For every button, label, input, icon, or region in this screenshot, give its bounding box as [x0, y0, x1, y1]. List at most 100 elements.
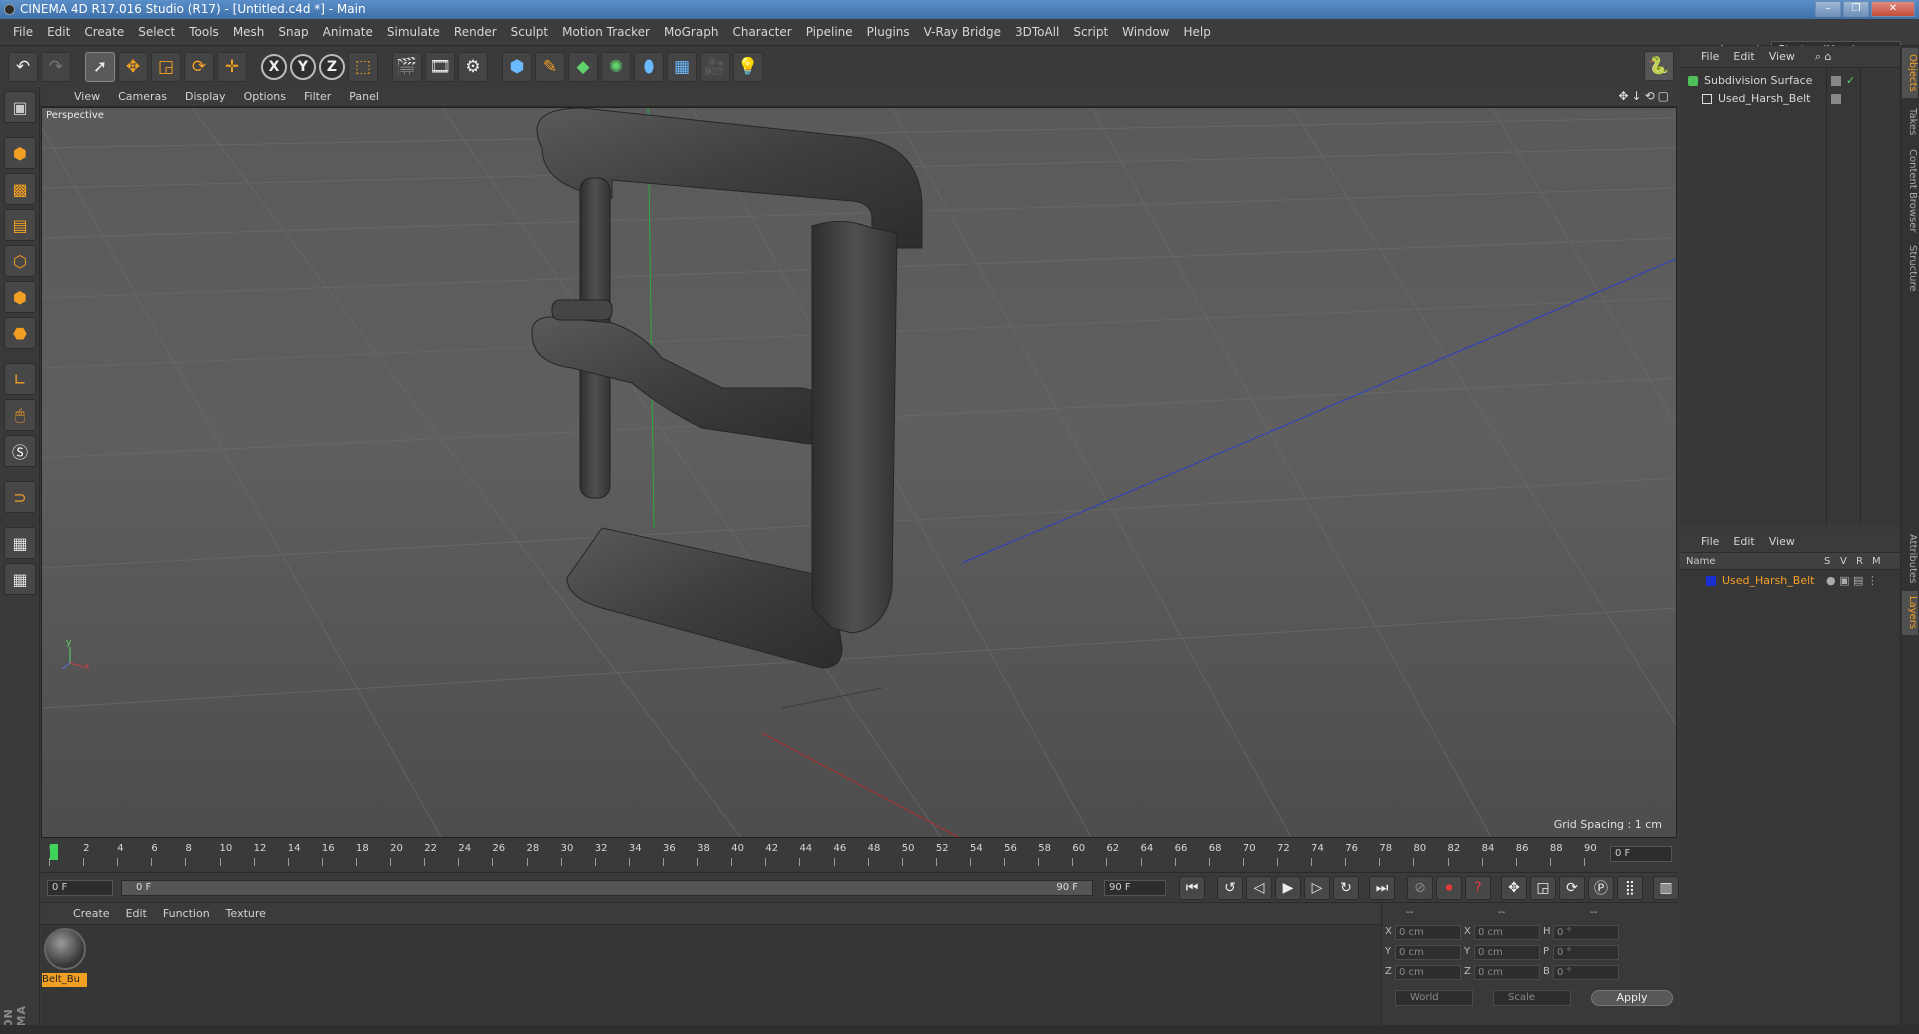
floor-scene-icon[interactable]: ▦ — [667, 51, 697, 82]
menu-help[interactable]: Help — [1176, 25, 1217, 39]
minimize-button[interactable]: – — [1815, 1, 1841, 17]
tab-takes[interactable]: Takes — [1902, 102, 1918, 142]
material-name-label[interactable]: Belt_Bu — [42, 973, 87, 987]
tab-structure[interactable]: Structure — [1902, 240, 1918, 296]
menu-render[interactable]: Render — [447, 25, 504, 39]
edit-render-settings-icon[interactable]: ⚙ — [458, 51, 488, 82]
size-mode-dropdown[interactable]: Scale — [1493, 990, 1571, 1006]
cube-primitive-icon[interactable]: ⬢ — [502, 51, 532, 82]
menu-mograph[interactable]: MoGraph — [657, 25, 726, 39]
tweak-mode-icon[interactable]: 🖱 — [4, 399, 36, 431]
menu-plugins[interactable]: Plugins — [860, 25, 917, 39]
menu-tools[interactable]: Tools — [182, 25, 226, 39]
go-to-end-icon[interactable]: ⏭ — [1369, 876, 1395, 900]
menu-create[interactable]: Create — [77, 25, 131, 39]
live-selection-icon[interactable]: ➚ — [85, 51, 115, 82]
rotate-tool-icon[interactable]: ⟳ — [184, 51, 214, 82]
start-frame-field[interactable]: 0 F — [47, 880, 113, 896]
end-frame-field[interactable]: 90 F — [1104, 880, 1166, 896]
visibility-dots-icon[interactable] — [1831, 94, 1841, 104]
go-to-previous-keyframe-icon[interactable]: ↺ — [1217, 876, 1243, 900]
render-view-icon[interactable]: 🎬 — [392, 51, 422, 82]
record-position-icon[interactable]: ✥ — [1501, 876, 1527, 900]
record-active-objects-icon[interactable]: ⊘ — [1407, 876, 1433, 900]
object-menu-view[interactable]: View — [1762, 50, 1802, 63]
recent-tools-icon[interactable]: ✛ — [217, 51, 247, 82]
viewport-menu-panel[interactable]: Panel — [340, 90, 388, 103]
viewport-menu-filter[interactable]: Filter — [295, 90, 340, 103]
object-menu-file[interactable]: File — [1694, 50, 1726, 63]
menu-select[interactable]: Select — [131, 25, 182, 39]
mograph-cloner-icon[interactable]: ✺ — [601, 51, 631, 82]
menu-window[interactable]: Window — [1115, 25, 1176, 39]
material-menu-texture[interactable]: Texture — [218, 907, 274, 920]
viewport-navigation-icons[interactable]: ✥↓⟲▢ — [1618, 89, 1672, 103]
layer-menu-view[interactable]: View — [1762, 535, 1802, 548]
coord-pos-x-field[interactable]: 0 cm — [1395, 925, 1461, 940]
scale-tool-icon[interactable]: ◲ — [151, 51, 181, 82]
visibility-dots-icon[interactable] — [1831, 76, 1841, 86]
axis-mode-icon[interactable]: ∟ — [4, 363, 36, 395]
make-editable-icon[interactable]: ▣ — [4, 91, 36, 123]
keyframe-selection-icon[interactable]: ? — [1465, 876, 1491, 900]
layer-row-used-harsh-belt[interactable]: Used_Harsh_Belt ● ▣ ▤ ⋮ — [1680, 572, 1900, 590]
coordinate-mode-dropdown[interactable]: World — [1395, 990, 1473, 1006]
menu-vray-bridge[interactable]: V-Ray Bridge — [917, 25, 1008, 39]
move-tool-icon[interactable]: ✥ — [118, 51, 148, 82]
object-menu-edit[interactable]: Edit — [1726, 50, 1761, 63]
coordinate-system-icon[interactable]: ⬚ — [348, 51, 378, 82]
record-parameter-icon[interactable]: Ⓟ — [1588, 876, 1614, 900]
maximize-button[interactable]: ❐ — [1843, 1, 1869, 17]
redo-icon[interactable]: ↷ — [41, 51, 71, 82]
coord-pos-z-field[interactable]: 0 cm — [1395, 965, 1461, 980]
coord-size-y-field[interactable]: 0 cm — [1474, 945, 1540, 960]
edges-mode-icon[interactable]: ⬢ — [4, 281, 36, 313]
layer-toggle-icons[interactable]: ● ▣ ▤ ⋮ — [1826, 572, 1878, 590]
menu-animate[interactable]: Animate — [316, 25, 380, 39]
menu-script[interactable]: Script — [1066, 25, 1115, 39]
z-axis-lock-button[interactable]: Z — [319, 53, 345, 80]
menu-character[interactable]: Character — [725, 25, 798, 39]
menu-edit[interactable]: Edit — [40, 25, 77, 39]
coord-pos-y-field[interactable]: 0 cm — [1395, 945, 1461, 960]
planar-workplane-icon[interactable]: ▦ — [4, 563, 36, 595]
timeline-window-icon[interactable]: ▥ — [1653, 876, 1679, 900]
close-button[interactable]: ✕ — [1871, 1, 1915, 17]
model-mode-icon[interactable]: ⬢ — [4, 137, 36, 169]
tab-layers[interactable]: Layers — [1902, 591, 1918, 635]
material-menu-create[interactable]: Create — [65, 907, 118, 920]
coord-rot-h-field[interactable]: 0 ° — [1553, 925, 1619, 940]
current-frame-field[interactable]: 0 F — [1610, 846, 1672, 862]
go-to-previous-frame-icon[interactable]: ◁ — [1246, 876, 1272, 900]
go-to-next-frame-icon[interactable]: ▷ — [1304, 876, 1330, 900]
record-scale-icon[interactable]: ◲ — [1530, 876, 1556, 900]
material-menu-edit[interactable]: Edit — [118, 907, 155, 920]
tab-content-browser[interactable]: Content Browser — [1902, 146, 1918, 236]
apply-button[interactable]: Apply — [1591, 990, 1673, 1006]
play-forwards-icon[interactable]: ▶ — [1275, 876, 1301, 900]
record-point-level-icon[interactable]: ⣿ — [1617, 876, 1643, 900]
texture-mode-icon[interactable]: ▩ — [4, 173, 36, 205]
x-axis-lock-button[interactable]: X — [261, 53, 287, 80]
menu-pipeline[interactable]: Pipeline — [799, 25, 860, 39]
menu-mesh[interactable]: Mesh — [226, 25, 272, 39]
material-preview-ball[interactable] — [44, 928, 86, 970]
enabled-check-icon[interactable]: ✓ — [1846, 72, 1855, 90]
menu-snap[interactable]: Snap — [271, 25, 315, 39]
light-icon[interactable]: 💡 — [733, 51, 763, 82]
deformer-bend-icon[interactable]: ⬮ — [634, 51, 664, 82]
render-picture-viewer-icon[interactable]: 🎞 — [425, 51, 455, 82]
layer-color-swatch[interactable] — [1706, 576, 1716, 586]
object-row-used-harsh-belt[interactable]: Used_Harsh_Belt — [1680, 90, 1900, 108]
python-icon[interactable]: 🐍 — [1644, 51, 1674, 81]
coord-rot-p-field[interactable]: 0 ° — [1553, 945, 1619, 960]
preview-range-slider[interactable]: 0 F 90 F — [121, 880, 1093, 896]
undo-icon[interactable]: ↶ — [8, 51, 38, 82]
subdivision-surface-icon[interactable]: ◆ — [568, 51, 598, 82]
perspective-viewport[interactable]: y x Perspective Grid Spacing : 1 cm — [41, 107, 1677, 838]
menu-file[interactable]: File — [6, 25, 40, 39]
polygons-mode-icon[interactable]: ⬣ — [4, 317, 36, 349]
layer-menu-file[interactable]: File — [1694, 535, 1726, 548]
pen-spline-icon[interactable]: ✎ — [535, 51, 565, 82]
go-to-next-keyframe-icon[interactable]: ↻ — [1333, 876, 1359, 900]
